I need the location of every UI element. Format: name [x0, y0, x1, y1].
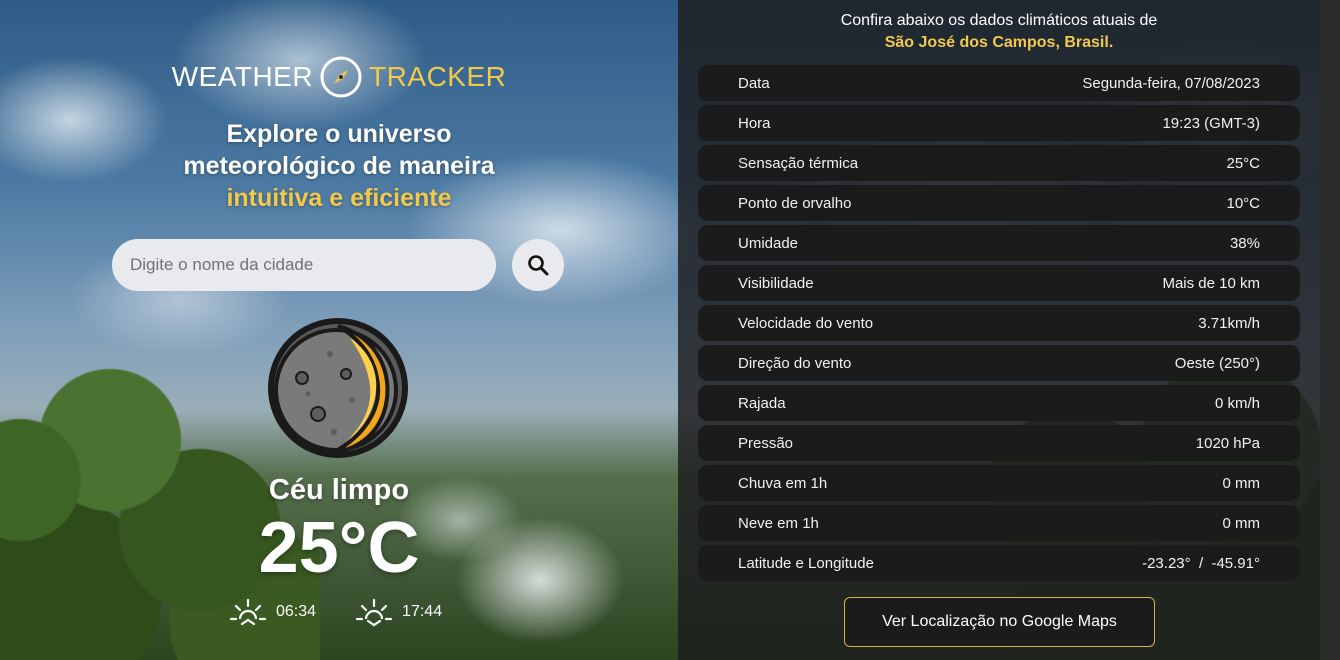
detail-label: Velocidade do vento — [738, 314, 874, 332]
detail-label: Rajada — [738, 394, 786, 412]
hero-line-2: meteorológico de maneira — [183, 152, 495, 180]
details-city: São José dos Campos, Brasil. — [884, 34, 1114, 51]
detail-value: 38% — [1229, 234, 1260, 252]
details-intro: Confira abaixo os dados climáticos atuai… — [840, 12, 1158, 29]
compass-icon — [320, 56, 362, 98]
weather-details-list: Data Segunda-feira, 07/08/2023 Hora 19:2… — [698, 65, 1300, 585]
detail-row-sensacao-termica: Sensação térmica 25°C — [698, 145, 1300, 181]
sunset-time: 17:44 — [402, 603, 443, 620]
detail-row-chuva-em-1h: Chuva em 1h 0 mm — [698, 465, 1300, 501]
detail-value: 0 km/h — [1214, 394, 1260, 412]
detail-row-rajada: Rajada 0 km/h — [698, 385, 1300, 421]
detail-value: Segunda-feira, 07/08/2023 — [1082, 74, 1260, 92]
brand-word-weather: WEATHER — [171, 61, 314, 92]
detail-row-umidade: Umidade 38% — [698, 225, 1300, 261]
detail-label: Chuva em 1h — [738, 474, 828, 492]
detail-row-direcao-do-vento: Direção do vento Oeste (250°) — [698, 345, 1300, 381]
detail-label: Sensação térmica — [738, 154, 859, 172]
detail-label: Visibilidade — [738, 274, 814, 292]
search-icon — [528, 255, 549, 276]
sunset: 17:44 — [354, 597, 442, 627]
detail-row-ponto-de-orvalho: Ponto de orvalho 10°C — [698, 185, 1300, 221]
crescent-moon-icon — [268, 318, 408, 458]
detail-label: Pressão — [738, 434, 794, 452]
google-maps-button[interactable]: Ver Localização no Google Maps — [844, 597, 1155, 647]
detail-value: 1020 hPa — [1195, 434, 1260, 452]
detail-label: Hora — [738, 114, 771, 132]
search-button[interactable] — [512, 239, 564, 291]
sunrise-icon — [229, 598, 267, 626]
detail-value: Oeste (250°) — [1174, 354, 1260, 372]
detail-row-visibilidade: Visibilidade Mais de 10 km — [698, 265, 1300, 301]
detail-label: Ponto de orvalho — [738, 194, 852, 212]
detail-value: 10°C — [1226, 194, 1260, 212]
left-panel: WEATHER TRACKER Explore o universo meteo… — [0, 0, 678, 660]
detail-label: Direção do vento — [738, 354, 852, 372]
detail-value: Mais de 10 km — [1162, 274, 1260, 292]
weather-condition: Céu limpo — [268, 474, 410, 506]
sunrise: 06:34 — [228, 597, 316, 627]
detail-value: 3.71km/h — [1198, 314, 1260, 332]
detail-value: -23.23° / -45.91° — [1142, 554, 1260, 572]
detail-value: 0 mm — [1222, 474, 1261, 492]
detail-label: Neve em 1h — [738, 514, 819, 532]
detail-value: 0 mm — [1222, 514, 1261, 532]
brand-logo[interactable]: WEATHER TRACKER — [0, 52, 678, 102]
sunrise-time: 06:34 — [276, 603, 317, 620]
detail-row-velocidade-do-vento: Velocidade do vento 3.71km/h — [698, 305, 1300, 341]
details-title: Confira abaixo os dados climáticos atuai… — [678, 10, 1320, 54]
hero-headline: Explore o universo meteorológico de mane… — [0, 118, 678, 214]
hero-line-1: Explore o universo — [226, 120, 452, 148]
hero-line-accent: intuitiva e eficiente — [226, 184, 452, 212]
city-search-input[interactable] — [112, 239, 496, 291]
detail-row-pressao: Pressão 1020 hPa — [698, 425, 1300, 461]
detail-row-latitude-longitude: Latitude e Longitude -23.23° / -45.91° — [698, 545, 1300, 581]
current-temperature: 25°C — [258, 508, 420, 588]
brand-word-tracker: TRACKER — [369, 61, 507, 92]
detail-row-hora: Hora 19:23 (GMT-3) — [698, 105, 1300, 141]
sunset-icon — [355, 598, 393, 627]
detail-label: Latitude e Longitude — [738, 554, 874, 572]
detail-row-data: Data Segunda-feira, 07/08/2023 — [698, 65, 1300, 101]
details-panel: Confira abaixo os dados climáticos atuai… — [678, 0, 1320, 660]
detail-value: 25°C — [1226, 154, 1260, 172]
page-scrollbar[interactable] — [1320, 0, 1340, 660]
detail-value: 19:23 (GMT-3) — [1162, 114, 1260, 132]
sun-times: 06:34 17:44 — [228, 596, 468, 628]
search-bar — [112, 239, 564, 291]
detail-label: Data — [738, 74, 770, 92]
detail-row-neve-em-1h: Neve em 1h 0 mm — [698, 505, 1300, 541]
detail-label: Umidade — [738, 234, 799, 252]
